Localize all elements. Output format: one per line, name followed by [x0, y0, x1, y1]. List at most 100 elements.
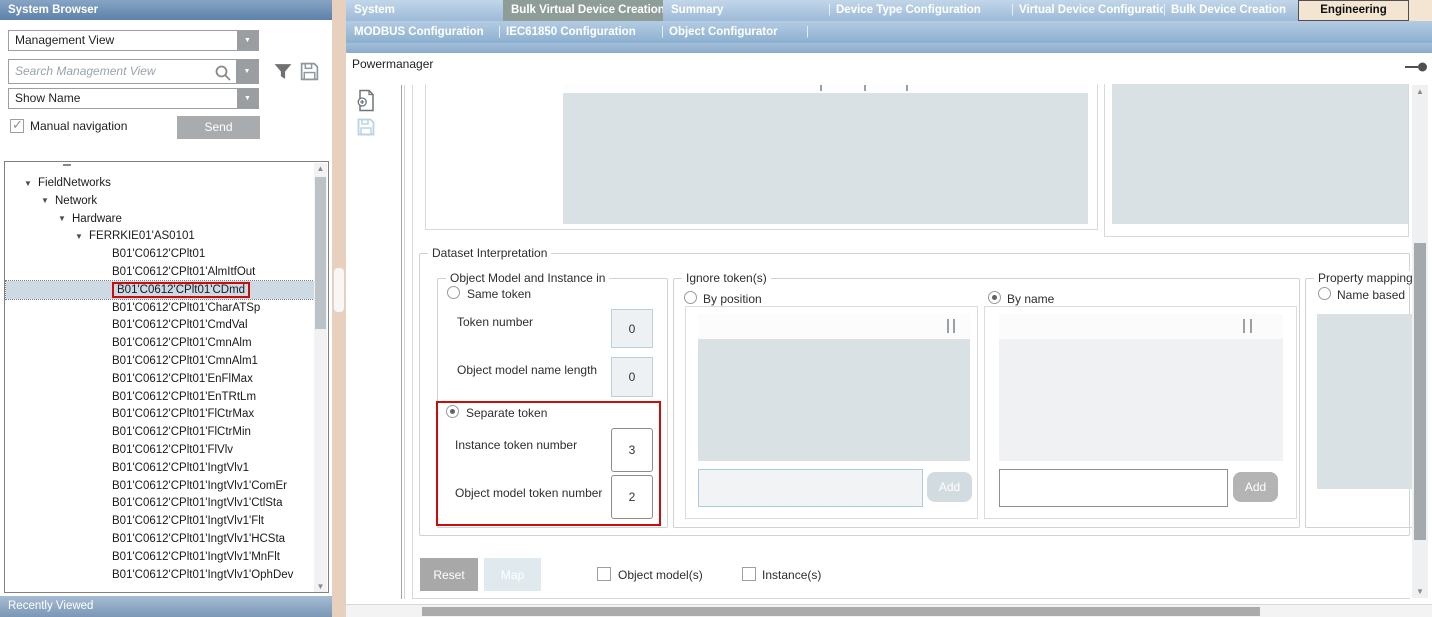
horizontal-scrollbar[interactable]	[346, 604, 1432, 617]
tree-leaf[interactable]: B01'C0612'CPlt01'IngtVlv1'ComEr	[6, 477, 314, 495]
save-filter-icon[interactable]	[299, 61, 320, 82]
property-mapping-list[interactable]	[1317, 314, 1412, 489]
scroll-up-icon[interactable]: ▲	[314, 164, 327, 173]
search-input[interactable]: Search Management View ▼	[8, 59, 259, 84]
tree-node-label: FieldNetworks	[38, 177, 111, 189]
tree-node[interactable]: ▼FERRKIE01'AS0101	[6, 227, 314, 245]
by-position-list[interactable]	[698, 339, 970, 461]
tree-leaf[interactable]: B01'C0612'CPlt01	[6, 245, 314, 263]
tree-leaf[interactable]: B01'C0612'CPlt01'IngtVlv1'CtlSta	[6, 494, 314, 512]
pin-icon[interactable]	[1404, 62, 1428, 72]
send-button[interactable]: Send	[177, 116, 260, 139]
system-browser-tree[interactable]: ▼ FieldNetworks ▼Network▼Hardware▼FERRKIE0…	[4, 161, 329, 593]
tree-leaf-label: B01'C0612'CPlt01'FlCtrMin	[112, 426, 251, 438]
tree-leaf[interactable]: B01'C0612'CPlt01'IngtVlv1'OphDev	[6, 566, 314, 584]
expand-arrow-icon[interactable]: ▼	[41, 196, 51, 205]
tab-summary[interactable]: Summary	[663, 0, 828, 21]
by-name-radio[interactable]	[988, 291, 1001, 304]
vertical-scrollbar-thumb[interactable]	[1414, 243, 1426, 540]
tab-iec61850-configuration[interactable]: IEC61850 Configuration	[498, 21, 661, 43]
instances-checkbox[interactable]	[742, 567, 756, 581]
new-document-icon[interactable]	[356, 89, 376, 112]
tab-bar-row2: MODBUS ConfigurationIEC61850 Configurati…	[346, 21, 1432, 43]
manual-navigation-checkbox[interactable]	[10, 119, 24, 133]
upper-right-list[interactable]	[1112, 84, 1408, 224]
scroll-down-icon[interactable]: ▼	[1412, 587, 1428, 596]
recently-viewed-bar[interactable]: Recently Viewed	[0, 596, 332, 617]
save-icon[interactable]	[356, 117, 376, 137]
tree-leaf[interactable]: B01'C0612'CPlt01'FlVlv	[6, 441, 314, 459]
vertical-scrollbar[interactable]: ▲ ▼	[1412, 85, 1428, 598]
tree-node[interactable]: ▼Network	[6, 192, 314, 210]
tree-node[interactable]: ▼ FieldNetworks	[6, 174, 314, 192]
header-strip	[346, 43, 1432, 53]
chevron-down-icon[interactable]: ▼	[236, 60, 258, 83]
tree-leaf[interactable]: B01'C0612'CPlt01'FlCtrMin	[6, 423, 314, 441]
tree-scrollbar[interactable]: ▲ ▼	[314, 163, 327, 592]
chevron-down-icon[interactable]: ▼	[237, 31, 258, 50]
tree-leaf[interactable]: B01'C0612'CPlt01'IngtVlv1'HCSta	[6, 530, 314, 548]
tree-node[interactable]: ▼Hardware	[6, 210, 314, 228]
tab-engineering[interactable]: Engineering	[1298, 0, 1409, 21]
tree-leaf[interactable]: B01'C0612'CPlt01'IngtVlv1'Flt	[6, 512, 314, 530]
tab-bulk-device-creation[interactable]: Bulk Device Creation	[1163, 0, 1298, 21]
by-name-add-button[interactable]: Add	[1233, 472, 1278, 502]
tree-leaf[interactable]: B01'C0612'CPlt01'EnTRtLm	[6, 388, 314, 406]
tree-scrollbar-thumb[interactable]	[315, 177, 326, 329]
tab-modbus-configuration[interactable]: MODBUS Configuration	[346, 21, 498, 43]
tab-separator: |	[806, 21, 809, 43]
tree-leaf-label: B01'C0612'CPlt01'CmnAlm	[112, 337, 252, 349]
scroll-down-icon[interactable]: ▼	[314, 582, 327, 591]
horizontal-scrollbar-thumb[interactable]	[422, 607, 1260, 616]
map-button[interactable]: Map	[484, 558, 541, 591]
tree-leaf[interactable]: B01'C0612'CPlt01'CDmd	[6, 281, 314, 299]
view-selector-dropdown[interactable]: Management View ▼	[8, 30, 259, 51]
tree-leaf[interactable]: B01'C0612'CPlt01'EnFlMax	[6, 370, 314, 388]
upper-left-list[interactable]	[563, 84, 1088, 224]
tree-leaf[interactable]: B01'C0612'CPlt01'CmnAlm	[6, 334, 314, 352]
tab-system[interactable]: System	[346, 0, 503, 21]
pane-divider[interactable]	[401, 85, 402, 599]
tab-device-type-configuration[interactable]: Device Type Configuration	[828, 0, 1011, 21]
content-border	[412, 85, 413, 599]
tree-leaf[interactable]: B01'C0612'CPlt01'CharATSp	[6, 299, 314, 317]
display-mode-dropdown[interactable]: Show Name ▼	[8, 88, 259, 109]
separate-token-radio[interactable]	[446, 405, 459, 418]
by-position-add-button[interactable]: Add	[927, 472, 972, 502]
tree-leaf[interactable]: B01'C0612'CPlt01'IngtVlv1'MnFlt	[6, 548, 314, 566]
splitter-handle[interactable]	[334, 268, 344, 312]
filter-icon[interactable]	[272, 61, 294, 82]
dataset-interpretation-legend: Dataset Interpretation	[428, 246, 551, 260]
object-models-checkbox[interactable]	[597, 567, 611, 581]
object-model-name-length-field[interactable]	[611, 357, 653, 397]
name-based-label: Name based	[1337, 288, 1405, 302]
expand-arrow-icon[interactable]: ▼	[24, 179, 34, 188]
by-position-radio[interactable]	[684, 291, 697, 304]
engineering-tab-filler	[1409, 0, 1432, 21]
same-token-radio[interactable]	[447, 286, 460, 299]
tree-leaf[interactable]: B01'C0612'CPlt01'AlmItfOut	[6, 263, 314, 281]
tree-leaf-label: B01'C0612'CPlt01'CharATSp	[112, 302, 260, 314]
tab-bulk-virtual-device-creation[interactable]: Bulk Virtual Device Creation	[503, 0, 663, 21]
upper-left-list-header	[563, 84, 1088, 93]
object-model-token-number-field[interactable]	[611, 475, 653, 519]
tree-leaf[interactable]: B01'C0612'CPlt01'FlCtrMax	[6, 405, 314, 423]
token-number-field[interactable]	[611, 309, 653, 348]
by-position-input[interactable]	[698, 469, 923, 507]
tree-leaf-label: B01'C0612'CPlt01'IngtVlv1'CtlSta	[112, 497, 283, 509]
tree-leaf[interactable]: B01'C0612'CPlt01'CmdVal	[6, 316, 314, 334]
reset-button[interactable]: Reset	[420, 558, 478, 591]
tree-leaf[interactable]: B01'C0612'CPlt01'CmnAlm1	[6, 352, 314, 370]
tree-leaf[interactable]: B01'C0612'CPlt01'IngtVlv1	[6, 459, 314, 477]
tab-object-configurator[interactable]: Object Configurator	[661, 21, 806, 43]
expand-arrow-icon[interactable]: ▼	[75, 232, 85, 241]
name-based-radio[interactable]	[1318, 287, 1331, 300]
scroll-up-icon[interactable]: ▲	[1412, 87, 1428, 96]
tab-virtual-device-configuratio[interactable]: Virtual Device Configuratio	[1011, 0, 1163, 21]
instance-token-number-field[interactable]	[611, 428, 653, 472]
chevron-down-icon[interactable]: ▼	[237, 89, 258, 108]
expand-arrow-icon[interactable]: ▼	[58, 214, 68, 223]
by-name-input[interactable]	[999, 469, 1228, 507]
by-name-list[interactable]	[999, 339, 1283, 461]
search-icon[interactable]	[214, 64, 232, 82]
